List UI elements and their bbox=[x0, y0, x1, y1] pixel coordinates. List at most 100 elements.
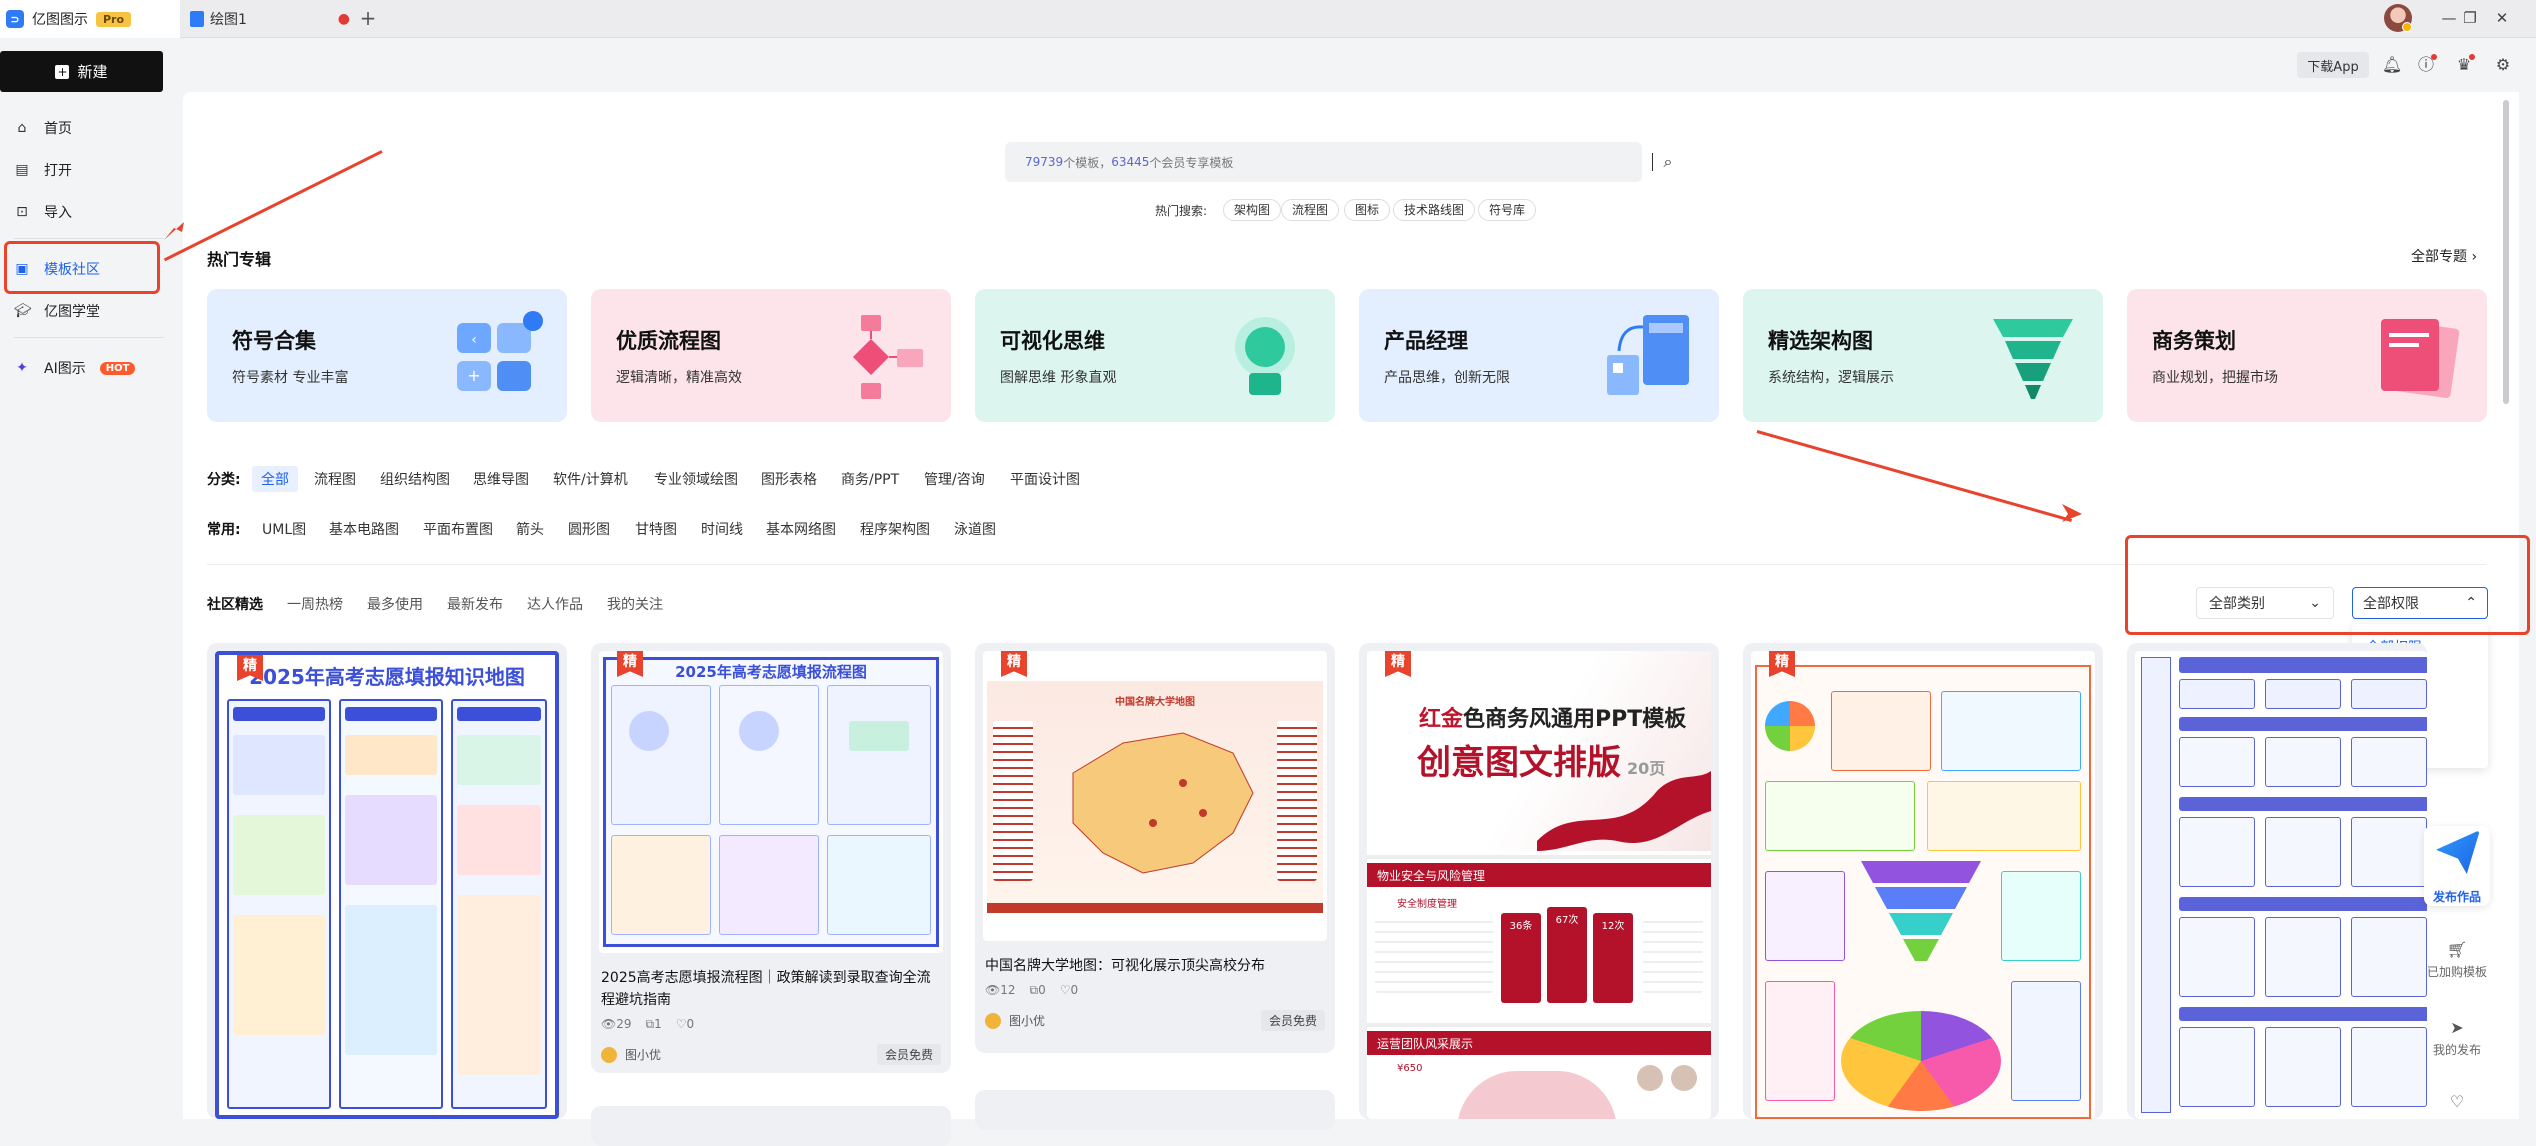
vertical-scrollbar[interactable] bbox=[2503, 100, 2509, 404]
publish-label: 发布作品 bbox=[2432, 890, 2481, 904]
stat-block: 12次 bbox=[1593, 913, 1633, 1003]
topic-card-symbols[interactable]: 符号合集 符号素材 专业丰富 ‹ + bbox=[207, 289, 567, 422]
common-item[interactable]: 程序架构图 bbox=[860, 519, 930, 539]
category-item[interactable]: 专业领域绘图 bbox=[654, 469, 738, 489]
sidebar-item-academy[interactable]: 🎓︎ 亿图学堂 bbox=[14, 297, 164, 325]
topic-card-visual-thinking[interactable]: 可视化思维 图解思维 形象直观 bbox=[975, 289, 1335, 422]
search-input[interactable]: 79739 个模板， 63445 个会员专享模板 bbox=[1005, 142, 1642, 182]
hot-tag[interactable]: 符号库 bbox=[1478, 199, 1537, 221]
category-item[interactable]: 平面设计图 bbox=[1010, 469, 1080, 489]
template-card[interactable]: 精 2025年高考志愿填报流程图 2025高考志愿填报流程图｜政策解读到录取查询… bbox=[591, 643, 951, 1073]
hot-tag[interactable]: 流程图 bbox=[1281, 199, 1340, 221]
download-app-button[interactable]: 下载App bbox=[2297, 52, 2369, 78]
hot-tag[interactable]: 图标 bbox=[1344, 199, 1391, 221]
topic-card-architecture[interactable]: 精选架构图 系统结构，逻辑展示 bbox=[1743, 289, 2103, 422]
sidebar-item-label: 导入 bbox=[44, 205, 72, 221]
all-topics-label: 全部专题 bbox=[2411, 249, 2467, 265]
template-thumbnail: 精 bbox=[1751, 651, 2095, 1119]
template-title[interactable]: 中国名牌大学地图：可视化展示顶尖高校分布 bbox=[985, 955, 1325, 977]
category-all[interactable]: 全部 bbox=[252, 466, 298, 492]
author-avatar bbox=[985, 1012, 1001, 1029]
annotation-box-sidebar bbox=[4, 241, 160, 294]
common-item[interactable]: 泳道图 bbox=[954, 519, 996, 539]
template-card[interactable] bbox=[975, 1090, 1335, 1130]
common-item[interactable]: 甘特图 bbox=[635, 519, 677, 539]
publish-button[interactable]: 发布作品 bbox=[2424, 826, 2490, 906]
unsaved-dot-icon: ● bbox=[337, 11, 350, 27]
template-card[interactable]: 精 2025年高考志愿填报知识地图 bbox=[207, 643, 567, 1119]
common-item[interactable]: 箭头 bbox=[516, 519, 544, 539]
new-button[interactable]: + 新建 bbox=[0, 51, 163, 92]
settings-gear-icon[interactable]: ⚙ bbox=[2490, 52, 2516, 78]
common-item[interactable]: 时间线 bbox=[701, 519, 743, 539]
common-item[interactable]: UML图 bbox=[262, 519, 306, 539]
brain-illustration-icon bbox=[1235, 317, 1295, 395]
symbols-illustration-icon: ‹ + bbox=[457, 311, 543, 391]
category-item[interactable]: 图形表格 bbox=[761, 469, 817, 489]
add-tab-button[interactable]: + bbox=[357, 7, 379, 29]
new-button-label: 新建 bbox=[77, 63, 108, 81]
copies-count: 0 bbox=[1038, 983, 1046, 997]
funnel-illustration-icon bbox=[1993, 319, 2073, 399]
likes-stat[interactable]: ♡0 bbox=[676, 1017, 694, 1032]
author[interactable]: 图小优 bbox=[601, 1046, 661, 1063]
sidebar-item-ai[interactable]: ✦ AI图示 HOT bbox=[14, 354, 164, 382]
vip-badge-icon bbox=[2402, 22, 2412, 32]
restore-icon[interactable]: ❐ bbox=[2455, 4, 2485, 32]
purchased-templates-button[interactable]: 🛒︎ 已加购模板 bbox=[2424, 940, 2490, 980]
favorites-button[interactable]: ♡ bbox=[2424, 1092, 2490, 1115]
eye-icon: 👁︎ bbox=[985, 983, 1001, 997]
tab-featured[interactable]: 社区精选 bbox=[207, 594, 263, 614]
likes-stat[interactable]: ♡0 bbox=[1060, 983, 1078, 998]
file-icon: ▤ bbox=[15, 162, 29, 178]
sidebar-item-open[interactable]: ▤ 打开 bbox=[14, 156, 164, 184]
copies-stat: ⧉0 bbox=[1030, 983, 1046, 998]
price-tag: 会员免费 bbox=[876, 1044, 941, 1065]
author[interactable]: 图小优 bbox=[985, 1012, 1045, 1029]
topic-card-flowchart[interactable]: 优质流程图 逻辑清晰，精准高效 bbox=[591, 289, 951, 422]
tab-experts[interactable]: 达人作品 bbox=[527, 594, 583, 614]
template-card[interactable] bbox=[2127, 643, 2427, 1119]
app-tab[interactable]: ⊃ 亿图图示 Pro bbox=[0, 0, 180, 38]
document-tab-label: 绘图1 bbox=[210, 12, 247, 28]
hot-tag[interactable]: 技术路线图 bbox=[1393, 199, 1476, 221]
sidebar-item-import[interactable]: ⊡ 导入 bbox=[14, 198, 164, 226]
slide2-title: 运营团队风采展示 bbox=[1377, 1037, 1474, 1051]
template-heading: 2025年高考志愿填报知识地图 bbox=[249, 665, 525, 689]
category-item[interactable]: 软件/计算机 bbox=[553, 469, 628, 489]
author-name: 图小优 bbox=[625, 1048, 662, 1062]
hot-tag[interactable]: 架构图 bbox=[1223, 199, 1282, 221]
category-item[interactable]: 思维导图 bbox=[473, 469, 529, 489]
my-publish-button[interactable]: ➤ 我的发布 bbox=[2424, 1018, 2490, 1058]
common-item[interactable]: 平面布置图 bbox=[423, 519, 493, 539]
copy-icon: ⧉ bbox=[1029, 983, 1039, 997]
my-publish-label: 我的发布 bbox=[2432, 1043, 2481, 1057]
sidebar-item-home[interactable]: ⌂ 首页 bbox=[14, 114, 164, 142]
category-item[interactable]: 流程图 bbox=[314, 469, 356, 489]
bell-icon[interactable]: 🔔︎ bbox=[2379, 52, 2405, 78]
template-title[interactable]: 2025高考志愿填报流程图｜政策解读到录取查询全流程避坑指南 bbox=[601, 967, 941, 1011]
common-item[interactable]: 圆形图 bbox=[568, 519, 610, 539]
template-card[interactable]: 精 中国名牌大学地图 中国名牌大学地图：可视化展示顶尖高校分布 👁︎12 ⧉0 … bbox=[975, 643, 1335, 1053]
template-stats: 👁︎29 ⧉1 ♡0 bbox=[601, 1017, 941, 1032]
search-icon[interactable]: ⌕ bbox=[1654, 148, 1682, 176]
heart-icon: ♡ bbox=[2449, 1092, 2465, 1111]
template-card[interactable]: 精 bbox=[1743, 643, 2103, 1119]
template-card[interactable] bbox=[591, 1106, 951, 1146]
template-card[interactable]: 精 红金色商务风通用PPT模板 创意图文排版 20页 物业安全与风险管理 安全制度… bbox=[1359, 643, 1719, 1119]
all-topics-link[interactable]: 全部专题 › bbox=[2411, 246, 2477, 266]
common-item[interactable]: 基本网络图 bbox=[766, 519, 836, 539]
category-item[interactable]: 组织结构图 bbox=[380, 469, 450, 489]
document-tab[interactable]: 绘图1 ● bbox=[190, 7, 350, 31]
category-item[interactable]: 商务/PPT bbox=[841, 469, 899, 489]
tab-following[interactable]: 我的关注 bbox=[607, 594, 663, 614]
tab-most-used[interactable]: 最多使用 bbox=[367, 594, 423, 614]
sidebar-item-label: 首页 bbox=[44, 121, 72, 137]
topic-card-product-manager[interactable]: 产品经理 产品思维，创新无限 bbox=[1359, 289, 1719, 422]
topic-card-business-plan[interactable]: 商务策划 商业规划，把握市场 bbox=[2127, 289, 2487, 422]
common-item[interactable]: 基本电路图 bbox=[329, 519, 399, 539]
close-icon[interactable]: ✕ bbox=[2487, 4, 2517, 32]
category-item[interactable]: 管理/咨询 bbox=[924, 469, 985, 489]
tab-latest[interactable]: 最新发布 bbox=[447, 594, 503, 614]
tab-weekly-hot[interactable]: 一周热榜 bbox=[287, 594, 343, 614]
